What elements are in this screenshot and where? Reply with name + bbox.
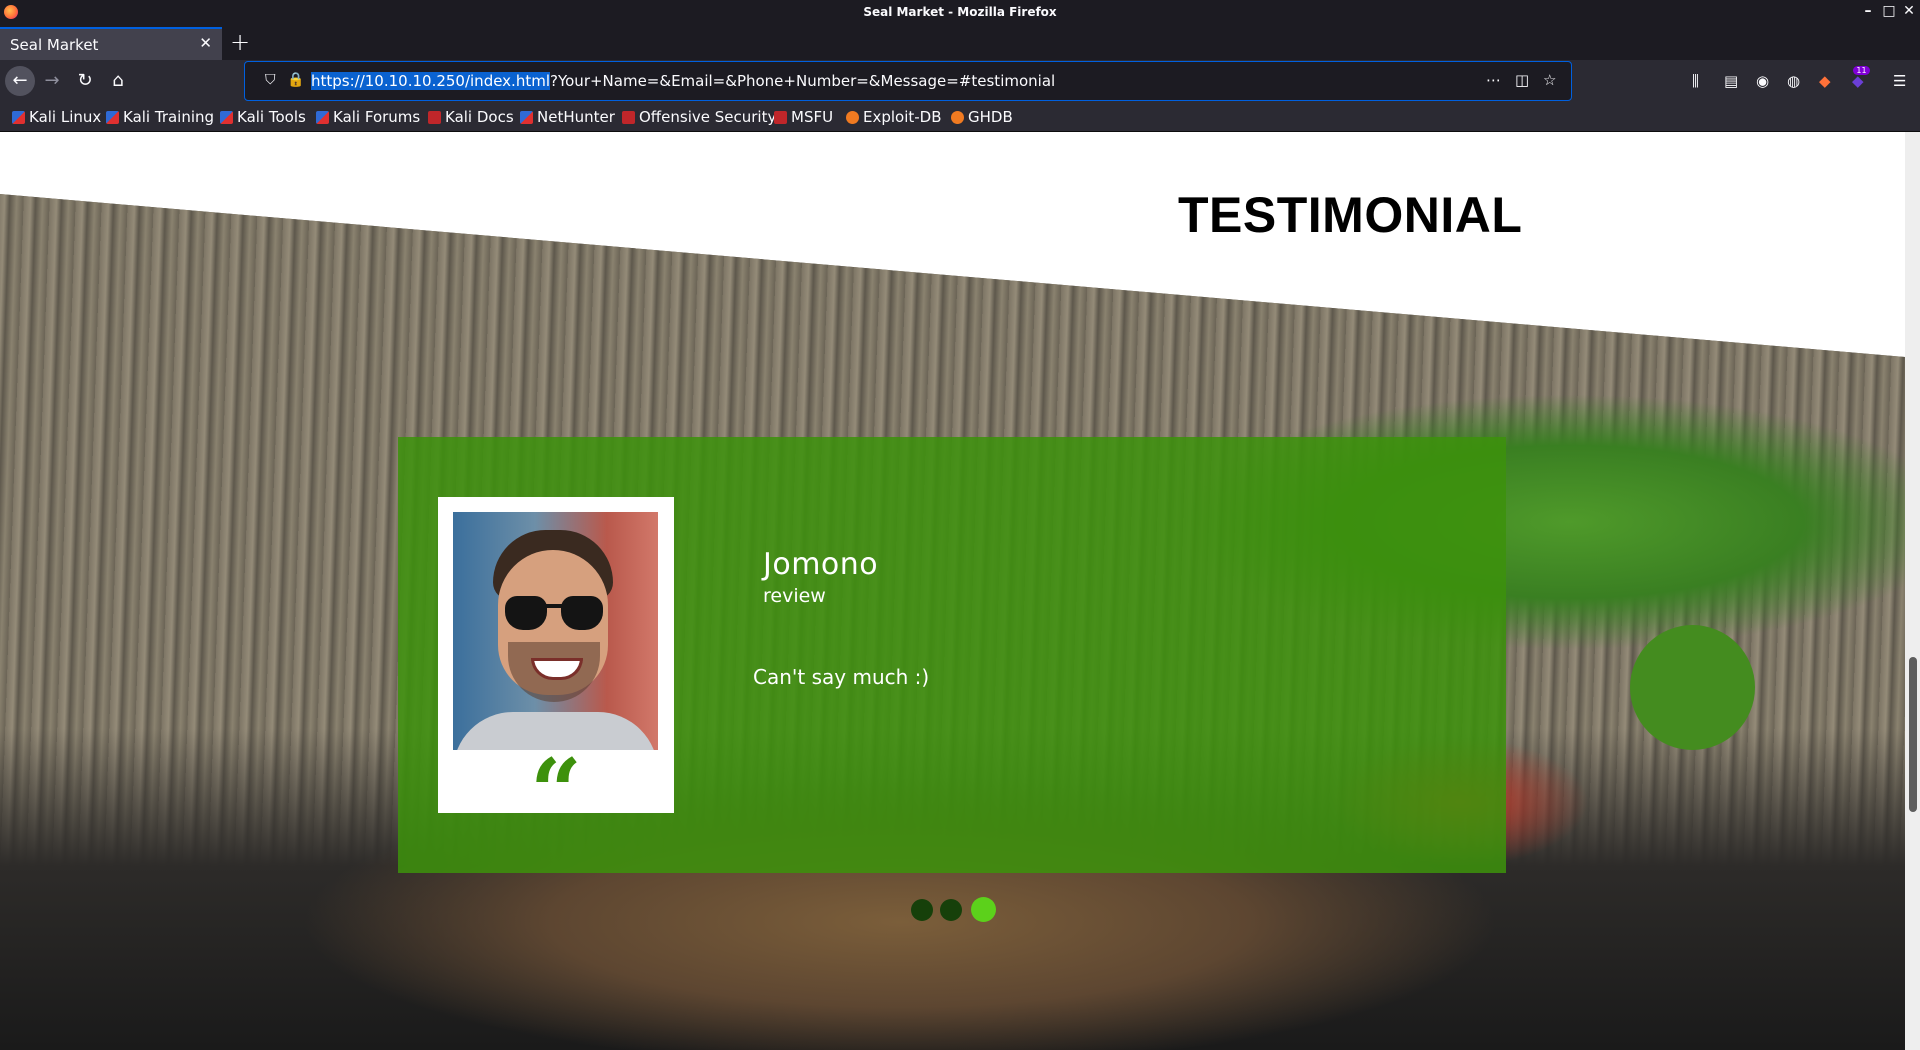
bookmark-star-icon[interactable]: ☆ bbox=[1543, 71, 1556, 89]
reviewer-name: Jomono bbox=[763, 547, 879, 582]
sidebar-icon[interactable]: ▤ bbox=[1724, 72, 1738, 90]
bookmark-kali-training[interactable]: Kali Training bbox=[106, 108, 214, 126]
bookmark-msfu[interactable]: MSFU bbox=[774, 108, 833, 126]
section-title: TESTIMONIAL bbox=[1178, 187, 1523, 243]
kali-icon bbox=[316, 111, 329, 124]
hamburger-menu-icon[interactable]: ☰ bbox=[1893, 72, 1906, 90]
kali-icon bbox=[220, 111, 233, 124]
ghdb-icon bbox=[951, 111, 964, 124]
library-icon[interactable]: ⫼ bbox=[1692, 72, 1699, 90]
bookmark-offensive-security[interactable]: Offensive Security bbox=[622, 108, 776, 126]
reviewer-role: review bbox=[763, 585, 826, 607]
exploit-db-icon bbox=[846, 111, 859, 124]
tab-seal-market[interactable]: Seal Market ✕ bbox=[0, 27, 222, 60]
back-arrow-icon[interactable]: ← bbox=[5, 66, 35, 96]
tab-strip: Seal Market ✕ + bbox=[0, 25, 1920, 60]
forward-arrow-icon[interactable]: → bbox=[37, 66, 67, 96]
carousel-dot-3-active[interactable] bbox=[971, 897, 996, 922]
quote-icon: “ bbox=[530, 739, 582, 845]
extension-icon[interactable]: ◆ 11 bbox=[1852, 66, 1870, 90]
reload-icon[interactable]: ↻ bbox=[70, 66, 100, 96]
kali-docs-icon bbox=[428, 111, 441, 124]
kali-icon bbox=[106, 111, 119, 124]
window-titlebar: Seal Market - Mozilla Firefox – □ ✕ bbox=[0, 0, 1920, 25]
testimonial-card: “ Jomono review Can't say much :) bbox=[398, 437, 1506, 873]
tracking-shield-icon[interactable]: ⛉ bbox=[265, 72, 276, 88]
account-icon[interactable]: ◉ bbox=[1756, 72, 1769, 90]
home-icon[interactable]: ⌂ bbox=[103, 66, 133, 96]
extension-badge: 11 bbox=[1853, 66, 1870, 75]
url-selected-text: https://10.10.10.250/index.html bbox=[311, 72, 550, 90]
carousel-dot-1[interactable] bbox=[911, 899, 933, 921]
carousel-next-button[interactable] bbox=[1630, 625, 1755, 750]
carousel-dot-2[interactable] bbox=[940, 899, 962, 921]
bookmark-kali-tools[interactable]: Kali Tools bbox=[220, 108, 306, 126]
minimize-icon[interactable]: – bbox=[1859, 3, 1877, 19]
nethunter-icon bbox=[520, 111, 533, 124]
bookmarks-toolbar: Kali Linux Kali Training Kali Tools Kali… bbox=[0, 102, 1920, 132]
cookie-extension-icon[interactable]: ◍ bbox=[1787, 72, 1800, 90]
page-actions-icon[interactable]: ⋯ bbox=[1486, 71, 1501, 89]
reviewer-photo-frame: “ bbox=[438, 497, 674, 837]
review-text: Can't say much :) bbox=[753, 665, 930, 689]
bookmark-nethunter[interactable]: NetHunter bbox=[520, 108, 615, 126]
new-tab-icon[interactable]: + bbox=[230, 28, 250, 56]
bookmark-kali-forums[interactable]: Kali Forums bbox=[316, 108, 420, 126]
address-bar[interactable]: ⛉ 🔒 https://10.10.10.250/index.html?Your… bbox=[244, 61, 1572, 101]
tab-close-icon[interactable]: ✕ bbox=[199, 34, 212, 52]
window-title: Seal Market - Mozilla Firefox bbox=[863, 5, 1057, 19]
maximize-icon[interactable]: □ bbox=[1880, 3, 1898, 19]
reviewer-avatar bbox=[453, 512, 658, 750]
pocket-icon[interactable]: ◫ bbox=[1515, 71, 1529, 89]
scrollbar-thumb[interactable] bbox=[1909, 657, 1917, 812]
close-window-icon[interactable]: ✕ bbox=[1900, 3, 1918, 19]
bookmark-exploit-db[interactable]: Exploit-DB bbox=[846, 108, 942, 126]
bookmark-ghdb[interactable]: GHDB bbox=[951, 108, 1013, 126]
url-text[interactable]: https://10.10.10.250/index.html?Your+Nam… bbox=[311, 72, 1055, 90]
foxyproxy-icon[interactable]: ◆ bbox=[1819, 72, 1831, 90]
navigation-toolbar: ← → ↻ ⌂ ⛉ 🔒 https://10.10.10.250/index.h… bbox=[0, 60, 1920, 102]
bookmark-kali-linux[interactable]: Kali Linux bbox=[12, 108, 101, 126]
msfu-icon bbox=[774, 111, 787, 124]
kali-icon bbox=[12, 111, 25, 124]
offsec-icon bbox=[622, 111, 635, 124]
bookmark-kali-docs[interactable]: Kali Docs bbox=[428, 108, 514, 126]
url-query-text: ?Your+Name=&Email=&Phone+Number=&Message… bbox=[550, 72, 1056, 90]
tab-title: Seal Market bbox=[10, 36, 99, 54]
insecure-lock-icon[interactable]: 🔒 bbox=[287, 72, 304, 88]
page-viewport: TESTIMONIAL “ Jomono review Can't say mu… bbox=[0, 132, 1920, 1050]
page-scrollbar[interactable] bbox=[1905, 132, 1920, 1050]
